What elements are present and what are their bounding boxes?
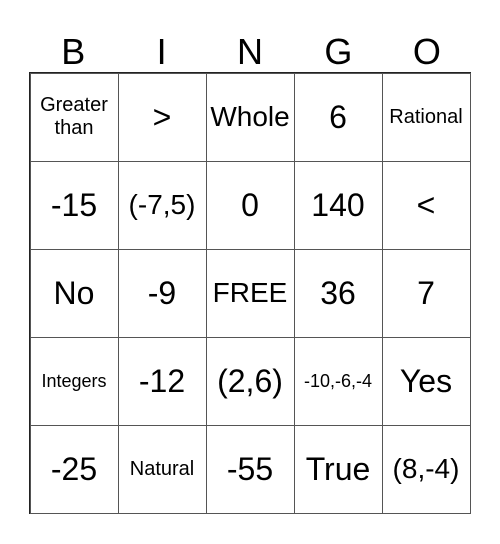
bingo-cell[interactable]: -55 xyxy=(205,424,295,514)
bingo-cell[interactable]: No xyxy=(29,248,119,338)
bingo-cell[interactable]: Rational xyxy=(381,72,471,162)
bingo-cell[interactable]: -10,-6,-4 xyxy=(293,336,383,426)
free-space-cell[interactable]: FREE xyxy=(205,248,295,338)
bingo-cell[interactable]: -9 xyxy=(117,248,207,338)
bingo-header: B I N G O xyxy=(29,30,471,72)
header-letter-i: I xyxy=(156,31,167,72)
bingo-cell[interactable]: Whole xyxy=(205,72,295,162)
bingo-cell[interactable]: True xyxy=(293,424,383,514)
bingo-cell[interactable]: Integers xyxy=(29,336,119,426)
bingo-cell[interactable]: (8,-4) xyxy=(381,424,471,514)
bingo-cell[interactable]: 0 xyxy=(205,160,295,250)
bingo-cell[interactable]: -12 xyxy=(117,336,207,426)
bingo-grid: Greater than > Whole 6 Rational -15 (-7,5) 0 140… xyxy=(29,72,471,514)
header-letter-o: O xyxy=(412,31,441,72)
bingo-cell[interactable]: -15 xyxy=(29,160,119,250)
bingo-cell[interactable]: 140 xyxy=(293,160,383,250)
bingo-cell[interactable]: -25 xyxy=(29,424,119,514)
bingo-cell[interactable]: Natural xyxy=(117,424,207,514)
bingo-cell[interactable]: < xyxy=(381,160,471,250)
bingo-cell[interactable]: 6 xyxy=(293,72,383,162)
bingo-cell[interactable]: 36 xyxy=(293,248,383,338)
header-letter-b: B xyxy=(61,31,86,72)
bingo-cell[interactable]: 7 xyxy=(381,248,471,338)
header-letter-g: G xyxy=(324,31,353,72)
bingo-cell[interactable]: (2,6) xyxy=(205,336,295,426)
bingo-cell[interactable]: Yes xyxy=(381,336,471,426)
header-letter-n: N xyxy=(237,31,264,72)
bingo-cell[interactable]: > xyxy=(117,72,207,162)
bingo-cell[interactable]: (-7,5) xyxy=(117,160,207,250)
bingo-cell[interactable]: Greater than xyxy=(29,72,119,162)
